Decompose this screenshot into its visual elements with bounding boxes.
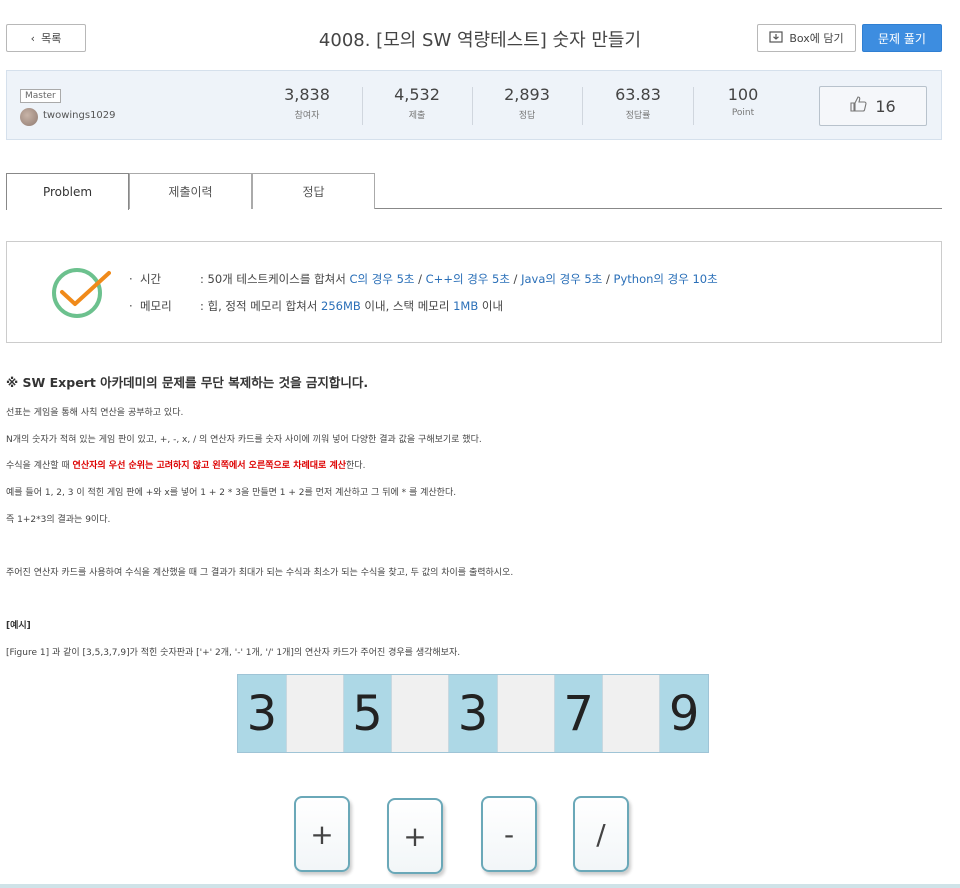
back-label: 목록 bbox=[41, 32, 62, 45]
separator: / bbox=[414, 272, 426, 286]
memory-suffix: 이내 bbox=[478, 299, 504, 313]
time-java: Java의 경우 5초 bbox=[521, 272, 603, 286]
checkmark-circle-icon bbox=[51, 266, 111, 324]
limits-box: · 시간 : 50개 테스트케이스를 합쳐서 C의 경우 5초 / C++의 경우… bbox=[6, 241, 942, 343]
stat-submissions: 4,532 제출 bbox=[362, 85, 472, 121]
number-cell: 3 bbox=[238, 675, 286, 752]
paragraph: [Figure 1] 과 같이 [3,5,3,7,9]가 적힌 숫자판과 ['+… bbox=[6, 648, 461, 658]
stat-correct: 2,893 정답 bbox=[472, 85, 582, 121]
stat-label: 제출 bbox=[408, 111, 426, 121]
number-cell: 9 bbox=[660, 675, 709, 752]
highlight-text: 연산자의 우선 순위는 고려하지 않고 왼쪽에서 오른쪽으로 차례대로 계산 bbox=[72, 461, 347, 471]
solve-problem-button[interactable]: 문제 풀기 bbox=[862, 24, 942, 52]
problem-stats-bar: Master twowings1029 3,838 참여자 4,532 제출 2… bbox=[6, 70, 942, 140]
operator-card: + bbox=[387, 798, 443, 874]
stat-value: 63.83 bbox=[615, 85, 661, 104]
number-cell: 7 bbox=[554, 675, 603, 752]
stat-label: 참여자 bbox=[294, 111, 320, 121]
number-cell: 5 bbox=[343, 675, 392, 752]
time-label: 시간 bbox=[139, 272, 162, 286]
time-prefix: : 50개 테스트케이스를 합쳐서 bbox=[199, 272, 350, 286]
time-python: Python의 경우 10초 bbox=[613, 272, 718, 286]
number-cell: 3 bbox=[449, 675, 497, 752]
stat-participants: 3,838 참여자 bbox=[252, 85, 362, 121]
stat-value: 100 bbox=[727, 85, 759, 104]
stat-point: 100 Point bbox=[688, 85, 798, 118]
chevron-left-icon: ‹ bbox=[30, 31, 36, 45]
time-c: C의 경우 5초 bbox=[349, 272, 415, 286]
paragraph-part: 한다. bbox=[346, 461, 366, 471]
number-board-figure: 3 5 3 7 9 bbox=[237, 674, 709, 753]
memory-limit-row: · 메모리 : 힙, 정적 메모리 합쳐서 256MB 이내, 스택 메모리 1M… bbox=[129, 298, 503, 314]
stat-value: 2,893 bbox=[504, 85, 550, 104]
memory-label: 메모리 bbox=[139, 299, 172, 313]
example-heading: [예시] bbox=[6, 621, 31, 631]
copyright-notice: ※ SW Expert 아카데미의 문제를 무단 복제하는 것을 금지합니다. bbox=[6, 375, 369, 390]
paragraph: N개의 숫자가 적혀 있는 게임 판이 있고, +, -, x, / 의 연산자… bbox=[6, 435, 482, 445]
empty-slot bbox=[602, 675, 661, 752]
memory-heap: 256MB bbox=[321, 299, 361, 313]
download-box-icon bbox=[769, 30, 783, 46]
add-to-box-button[interactable]: Box에 담기 bbox=[757, 24, 856, 52]
paragraph: 선표는 게임을 통해 사칙 연산을 공부하고 있다. bbox=[6, 408, 184, 418]
author-name[interactable]: twowings1029 bbox=[43, 110, 116, 121]
stat-label: Point bbox=[731, 108, 755, 118]
level-badge: Master bbox=[20, 89, 61, 103]
bullet: · bbox=[129, 272, 140, 286]
paragraph-part: 수식을 계산할 때 bbox=[6, 461, 73, 471]
paragraph: 주어진 연산자 카드를 사용하여 수식을 계산했을 때 그 결과가 최대가 되는… bbox=[6, 568, 514, 578]
operator-card: - bbox=[481, 796, 537, 872]
operator-card: + bbox=[294, 796, 350, 872]
empty-slot bbox=[285, 675, 344, 752]
paragraph: 수식을 계산할 때 연산자의 우선 순위는 고려하지 않고 왼쪽에서 오른쪽으로… bbox=[6, 458, 365, 471]
paragraph: 예를 들어 1, 2, 3 이 적힌 게임 판에 +와 x를 넣어 1 + 2 … bbox=[6, 488, 457, 498]
memory-mid: 이내, 스택 메모리 bbox=[360, 299, 454, 313]
separator: / bbox=[509, 272, 522, 286]
paragraph: 즉 1+2*3의 결과는 9이다. bbox=[6, 515, 111, 525]
separator: / bbox=[602, 272, 614, 286]
stat-accuracy: 63.83 정답률 bbox=[583, 85, 693, 121]
avatar[interactable] bbox=[20, 108, 38, 126]
stat-label: 정답 bbox=[518, 111, 536, 121]
empty-slot bbox=[496, 675, 555, 752]
empty-slot bbox=[391, 675, 450, 752]
stat-label: 정답률 bbox=[625, 111, 651, 121]
memory-prefix: : 힙, 정적 메모리 합쳐서 bbox=[199, 299, 321, 313]
tab-submission-history[interactable]: 제출이력 bbox=[129, 173, 252, 209]
problem-tabs: Problem 제출이력 정답 bbox=[6, 173, 942, 210]
memory-stack: 1MB bbox=[453, 299, 479, 313]
stat-value: 3,838 bbox=[284, 85, 330, 104]
thumbs-up-icon bbox=[850, 96, 867, 116]
like-button[interactable]: 16 bbox=[819, 86, 927, 126]
box-label: Box에 담기 bbox=[789, 32, 844, 45]
stat-value: 4,532 bbox=[394, 85, 440, 104]
time-limit-row: · 시간 : 50개 테스트케이스를 합쳐서 C의 경우 5초 / C++의 경우… bbox=[129, 271, 718, 287]
operator-card: / bbox=[573, 796, 629, 872]
tab-problem[interactable]: Problem bbox=[6, 173, 129, 210]
bullet: · bbox=[129, 299, 140, 313]
back-to-list-button[interactable]: ‹ 목록 bbox=[6, 24, 86, 52]
like-count: 16 bbox=[875, 96, 896, 116]
tab-answer[interactable]: 정답 bbox=[252, 173, 375, 209]
time-cpp: C++의 경우 5초 bbox=[425, 272, 510, 286]
bottom-scroll-strip bbox=[0, 884, 960, 888]
